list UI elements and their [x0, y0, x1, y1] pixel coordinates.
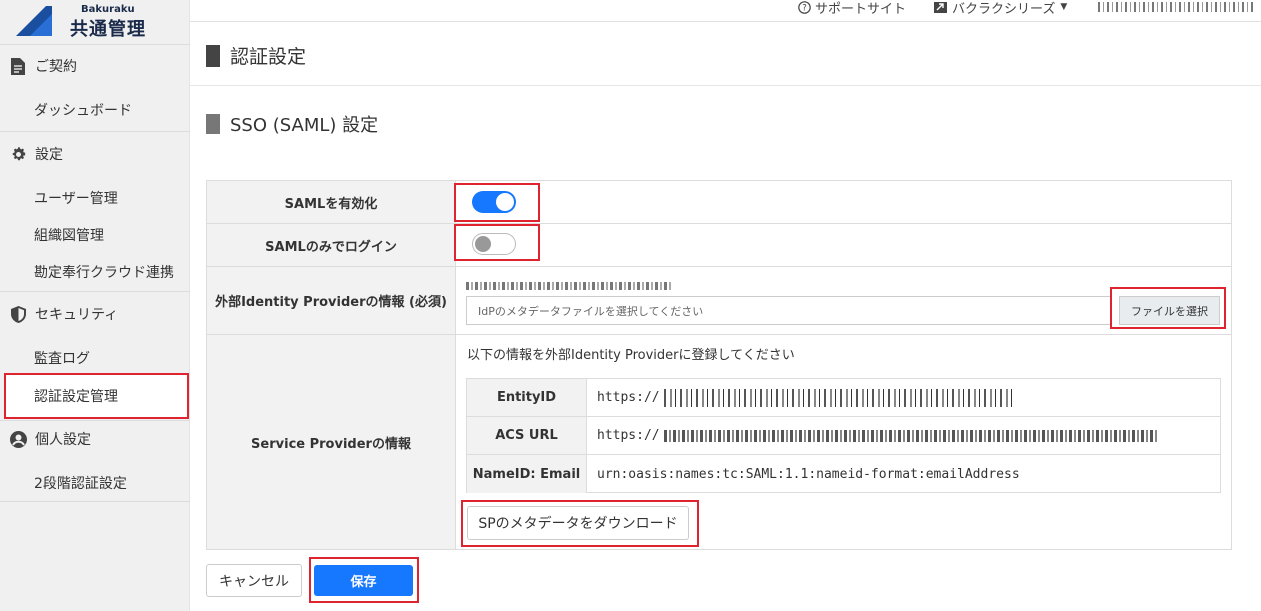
sidebar-item-label: ご契約: [35, 59, 77, 75]
title-accent-bar: [206, 44, 220, 67]
sidebar-item-label: 個人設定: [35, 432, 91, 448]
support-site-link[interactable]: ? サポートサイト: [798, 0, 907, 17]
section-title-text: SSO (SAML) 設定: [230, 115, 379, 136]
toggle-knob: [475, 236, 491, 252]
acs-url-prefix: https://: [597, 428, 660, 443]
entity-id-prefix: https://: [597, 390, 660, 405]
page-header: [190, 22, 1261, 86]
idp-metadata-file-input[interactable]: IdPのメタデータファイルを選択してください: [466, 296, 1111, 325]
account-info-redacted[interactable]: [1098, 2, 1254, 12]
section-accent-bar: [206, 114, 220, 134]
sidebar-item-kanjo-bugyo[interactable]: 勘定奉行クラウド連携: [34, 262, 174, 282]
sidebar-item-contract[interactable]: ご契約: [0, 46, 190, 86]
nameid-value: urn:oasis:names:tc:SAML:1.1:nameid-forma…: [597, 466, 1020, 482]
sidebar-item-two-factor[interactable]: 2段階認証設定: [34, 473, 127, 493]
highlight-box: [1110, 287, 1226, 329]
document-icon: [9, 57, 27, 75]
section-title: SSO (SAML) 設定: [206, 111, 378, 137]
logo-mark-icon: [16, 6, 52, 36]
acs-url-redacted: [663, 429, 1159, 442]
sidebar-item-personal[interactable]: 個人設定: [0, 419, 190, 459]
sidebar-item-auth-settings[interactable]: 認証設定管理: [4, 373, 189, 419]
sp-row-entity-id: EntityID https://: [467, 379, 1220, 417]
divider: [0, 501, 190, 502]
divider: [0, 44, 190, 45]
sp-row-nameid: NameID: Email urn:oasis:names:tc:SAML:1.…: [467, 455, 1220, 493]
page-title-text: 認証設定: [230, 46, 307, 68]
acs-url-label: ACS URL: [467, 417, 587, 454]
selected-filename-redacted: [466, 282, 671, 290]
sidebar-item-org-chart[interactable]: 組織図管理: [34, 225, 104, 245]
entity-id-label: EntityID: [467, 379, 587, 416]
sp-info-label: Service Providerの情報: [207, 335, 456, 549]
row-saml-only: SAMLのみでログイン: [207, 224, 1231, 267]
saml-only-toggle[interactable]: [472, 233, 516, 255]
nameid-label: NameID: Email: [467, 455, 587, 493]
sp-info-table: EntityID https:// ACS URL https:// NameI…: [466, 378, 1221, 493]
bakuraku-series-menu[interactable]: バクラクシリーズ ▼: [934, 0, 1068, 17]
sidebar-item-user-management[interactable]: ユーザー管理: [34, 188, 118, 208]
caret-down-icon: ▼: [1060, 2, 1068, 12]
acs-url-value: https://: [597, 417, 1159, 454]
sidebar-item-security[interactable]: セキュリティ: [0, 294, 190, 334]
external-window-icon: [934, 1, 948, 13]
sp-row-acs-url: ACS URL https://: [467, 417, 1220, 455]
row-saml-enable: SAMLを有効化: [207, 181, 1231, 224]
series-label: バクラクシリーズ: [952, 1, 1056, 17]
page-title: 認証設定: [206, 42, 306, 69]
sidebar-item-dashboard[interactable]: ダッシュボード: [34, 100, 132, 120]
sidebar-item-settings[interactable]: 設定: [0, 134, 190, 174]
sidebar-item-audit-log[interactable]: 監査ログ: [34, 348, 90, 368]
sidebar-item-label: セキュリティ: [35, 307, 119, 323]
highlight-box: [461, 500, 699, 547]
app-brand: Bakuraku: [81, 4, 135, 15]
shield-icon: [9, 305, 27, 323]
gear-icon: [9, 145, 27, 163]
saml-only-label: SAMLのみでログイン: [207, 224, 456, 266]
toggle-knob: [496, 193, 514, 211]
sidebar-item-label: 認証設定管理: [34, 389, 118, 405]
support-site-label: サポートサイト: [815, 1, 907, 17]
sidebar: Bakuraku 共通管理 ご契約 ダッシュボード 設定 ユーザー管理 組織図管…: [0, 0, 190, 611]
saml-enable-label: SAMLを有効化: [207, 181, 456, 223]
user-circle-icon: [9, 430, 27, 448]
saml-settings-table: SAMLを有効化 SAMLのみでログイン 外部Identity Provider…: [206, 180, 1232, 550]
app-logo[interactable]: Bakuraku 共通管理: [10, 2, 185, 40]
help-circle-icon: ?: [798, 0, 811, 14]
idp-info-label: 外部Identity Providerの情報 (必須): [207, 267, 456, 334]
sidebar-item-label: 設定: [35, 147, 63, 163]
divider: [0, 291, 190, 292]
divider: [0, 131, 190, 132]
entity-id-value: https://: [597, 379, 1014, 416]
saml-enable-toggle[interactable]: [472, 191, 516, 213]
svg-text:?: ?: [802, 3, 807, 13]
entity-id-redacted: [663, 388, 1014, 407]
cancel-button[interactable]: キャンセル: [206, 564, 302, 597]
sp-instruction-text: 以下の情報を外部Identity Providerに登録してください: [467, 348, 795, 363]
highlight-box: [309, 557, 419, 603]
app-title: 共通管理: [70, 19, 146, 40]
